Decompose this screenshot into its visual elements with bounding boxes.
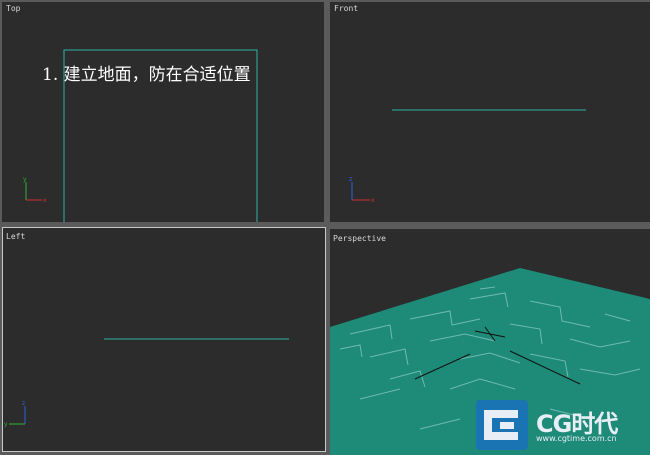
logo-mark-icon <box>476 400 528 450</box>
viewport-label-perspective[interactable]: Perspective <box>333 234 386 243</box>
axis-gizmo-top: y x <box>23 176 47 204</box>
logo-url: www.cgtime.com.cn <box>536 434 617 443</box>
axis-label-x: x <box>371 197 375 204</box>
viewport-top[interactable]: Top 1. 建立地面，防在合适位置 y x <box>2 2 324 222</box>
viewport-left[interactable]: Left z y <box>2 227 326 452</box>
cgtime-logo: CG时代 www.cgtime.com.cn <box>474 398 650 455</box>
axis-label-z: z <box>22 400 25 407</box>
viewport-front[interactable]: Front z x <box>330 2 650 222</box>
step-annotation: 1. 建立地面，防在合适位置 <box>42 65 251 85</box>
axis-gizmo-left: z y <box>4 400 26 428</box>
axis-label-x: x <box>43 197 47 204</box>
axis-label-y: y <box>23 176 27 183</box>
axis-gizmo-front: z x <box>349 176 375 204</box>
axis-label-y: y <box>4 421 8 428</box>
axis-label-z: z <box>349 176 352 183</box>
left-view-plane <box>104 338 289 340</box>
